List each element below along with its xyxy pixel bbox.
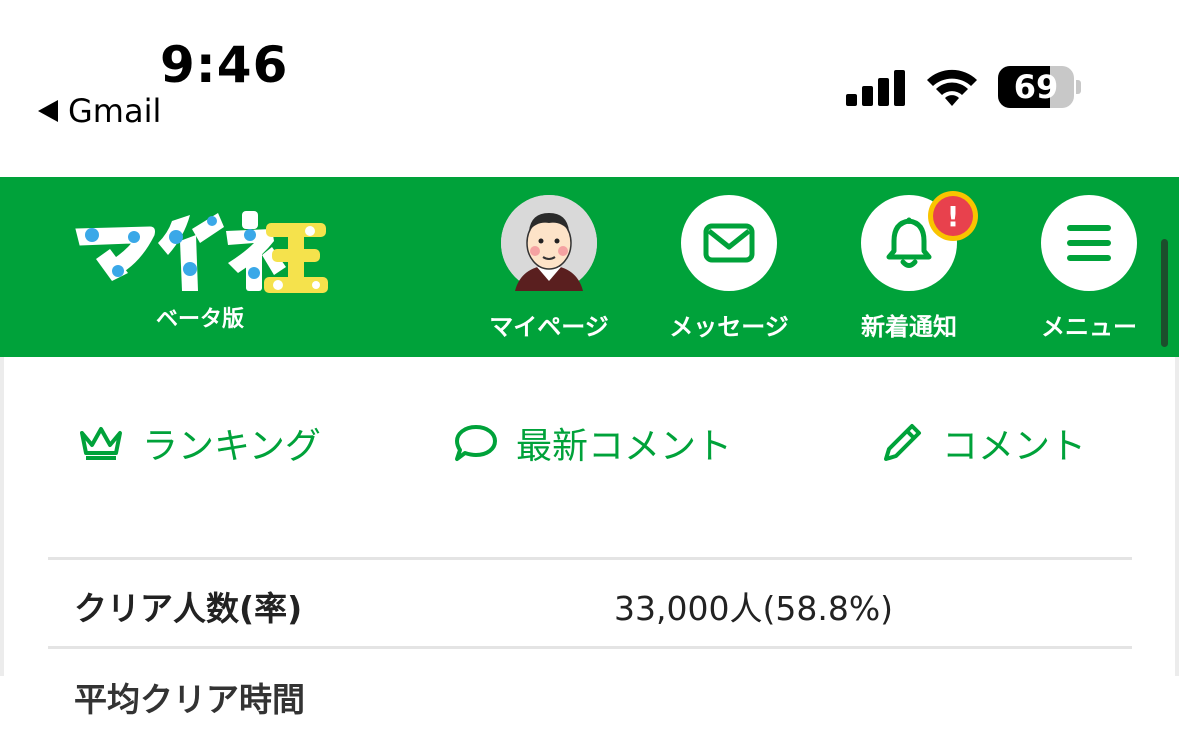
tab-comment[interactable]: コメント [880, 417, 1086, 469]
nav-notifications-label: 新着通知 [861, 313, 957, 341]
cellular-signal-icon [846, 70, 905, 106]
status-time: 9:46 [160, 36, 289, 94]
main-content: ランキング 最新コメント コメント クリア人数(率) 33,000人(58.8%… [0, 357, 1179, 719]
nav-notifications[interactable]: ! 新着通知 [834, 191, 984, 355]
back-triangle-icon [38, 100, 58, 122]
tab-latest-comments-label: 最新コメント [516, 426, 733, 467]
nav-menu-circle [1041, 195, 1137, 291]
nav-mypage-label: マイページ [489, 313, 609, 341]
logo-graphic [75, 211, 328, 293]
logo-beta-label: ベータ版 [155, 307, 244, 332]
site-logo[interactable] [72, 207, 328, 297]
notification-badge: ! [928, 191, 978, 241]
scrollbar-thumb[interactable] [1161, 239, 1168, 347]
battery-indicator: 69 [998, 66, 1082, 108]
back-to-app-link[interactable]: Gmail [38, 92, 161, 130]
stat-value-clear-count: 33,000人(58.8%) [614, 589, 894, 628]
tab-ranking-label: ランキング [142, 426, 321, 467]
nav-menu-label: メニュー [1041, 313, 1137, 341]
table-row: クリア人数(率) 33,000人(58.8%) [48, 560, 1132, 646]
hamburger-icon [1067, 225, 1111, 261]
avatar-face-icon [501, 195, 597, 291]
site-header: ベータ版 マイページ メッセージ ! 新着通知 メニュー [0, 177, 1179, 357]
mail-icon [703, 223, 755, 263]
stat-label-clear-count: クリア人数(率) [74, 589, 303, 628]
stat-label-avg-clear-time: 平均クリア時間 [74, 680, 305, 719]
tab-latest-comments[interactable]: 最新コメント [454, 417, 732, 469]
nav-messages-circle [681, 195, 777, 291]
table-row: 平均クリア時間 [48, 649, 1132, 735]
pencil-icon [884, 424, 921, 461]
speech-bubble-icon [455, 425, 497, 461]
nav-messages[interactable]: メッセージ [654, 195, 804, 355]
battery-percent: 69 [1013, 68, 1059, 106]
tab-comment-label: コメント [942, 426, 1087, 467]
tab-ranking[interactable]: ランキング [78, 417, 321, 469]
status-bar: 9:46 Gmail 69 [0, 0, 1179, 177]
bell-icon [886, 217, 932, 268]
content-border-left [0, 357, 4, 676]
nav-menu[interactable]: メニュー [1014, 195, 1164, 355]
avatar [501, 195, 597, 291]
crown-icon [80, 427, 122, 460]
wifi-icon [927, 69, 977, 106]
back-app-label: Gmail [68, 92, 162, 130]
nav-messages-label: メッセージ [669, 313, 789, 341]
stats-table: クリア人数(率) 33,000人(58.8%) 平均クリア時間 [48, 557, 1132, 735]
content-border-right [1175, 357, 1179, 676]
notification-badge-mark: ! [933, 196, 973, 236]
nav-mypage[interactable]: マイページ [474, 195, 624, 355]
